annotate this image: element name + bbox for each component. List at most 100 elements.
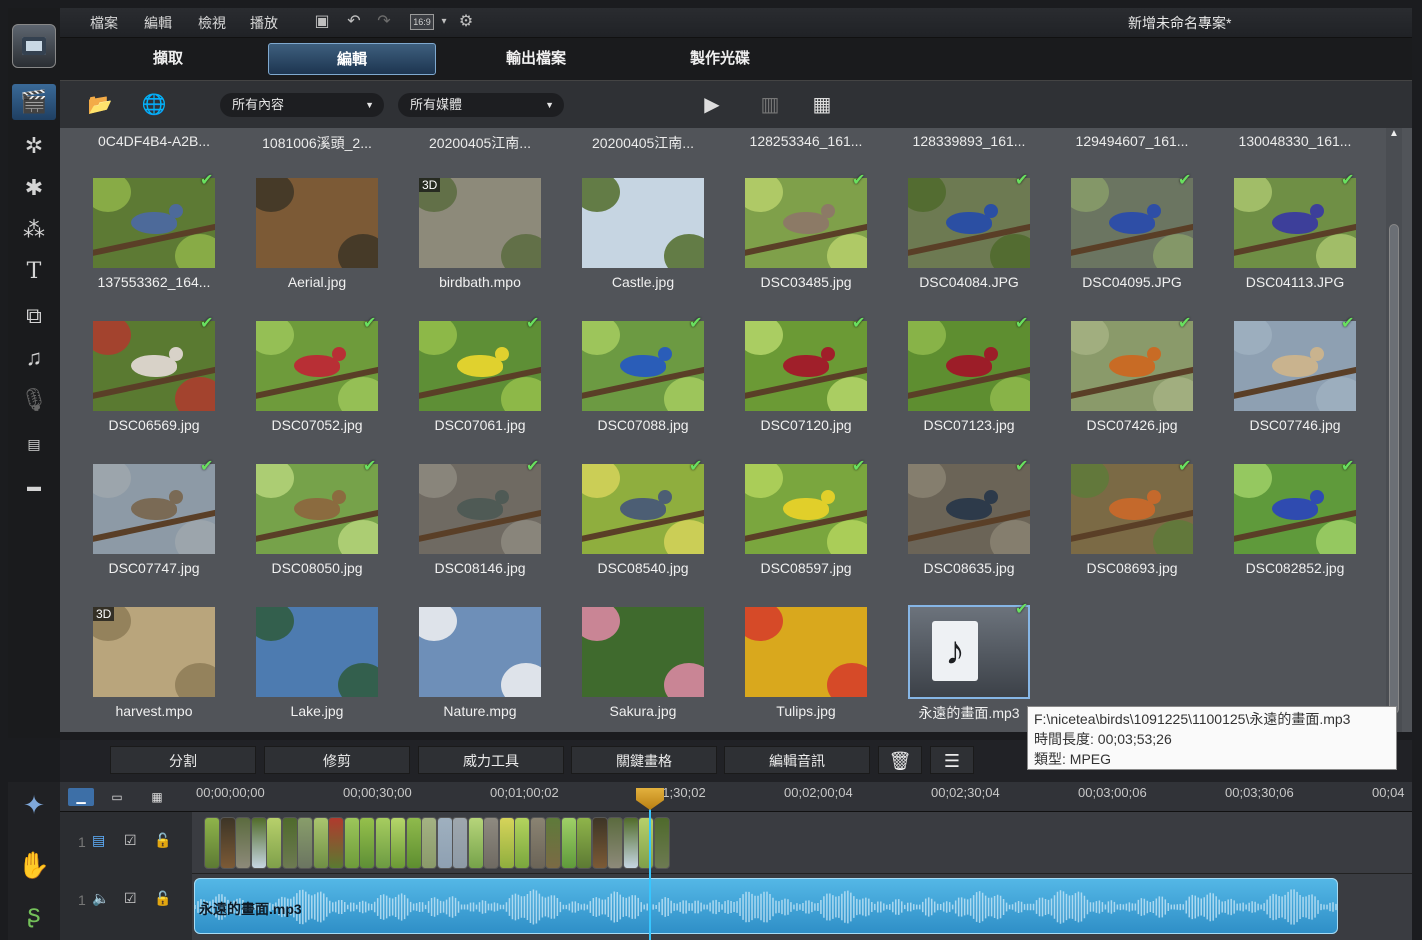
save-icon[interactable]: ▣ [312,12,332,32]
chevron-down-icon[interactable]: ▾ [434,12,454,32]
media-tile[interactable]: ✔ DSC07061.jpg [386,309,542,449]
media-tile[interactable]: ✔ 137553362_164... [60,166,216,306]
tab-create-disc[interactable]: 製作光碟 [636,43,804,75]
media-filter-dropdown[interactable]: 所有媒體 ▼ [398,93,564,117]
timeline-ruler[interactable]: ▁ ▭ ▦ 00;00;00;00 00;00;30;00 00;01;00;0… [60,782,1412,812]
audio-track-enable-checkbox[interactable]: ☑ [124,890,137,907]
media-tile[interactable]: Sakura.jpg [549,595,705,732]
video-track-enable-checkbox[interactable]: ☑ [124,832,137,849]
video-clip[interactable] [312,817,329,869]
video-track-lock-icon[interactable]: 🔓 [154,832,171,849]
media-tile[interactable]: ✔ DSC08597.jpg [712,452,868,592]
media-tile[interactable]: ✔ DSC07052.jpg [223,309,379,449]
video-clip[interactable] [266,817,282,869]
video-clip[interactable] [250,817,267,869]
gear-icon[interactable]: ⚙ [456,12,476,32]
scroll-up-icon[interactable]: ▲ [1389,128,1399,139]
add-track-icon[interactable]: ▦ [144,788,170,806]
video-clip[interactable] [514,817,530,869]
add-to-timeline-icon[interactable]: ▶ [696,91,728,119]
video-clip[interactable] [622,817,639,869]
redo-icon[interactable]: ↷ [374,12,394,32]
media-room-icon[interactable]: 🎬 [12,84,56,120]
video-clip[interactable] [560,817,577,869]
subtitle-room-icon[interactable]: ▬ [12,468,56,504]
title-room-icon[interactable]: T [12,254,56,290]
media-tile[interactable]: ✔ DSC04084.JPG [875,166,1031,306]
media-tile[interactable]: ♪ ✔ 永遠的畫面.mp3 [875,595,1031,732]
scene-detect-icon[interactable]: ▥ [754,91,786,119]
menu-play[interactable]: 播放 [250,13,278,33]
video-clip[interactable] [529,817,546,869]
media-tile[interactable]: ✔ DSC07746.jpg [1201,309,1357,449]
video-clip[interactable] [297,817,313,869]
menu-view[interactable]: 檢視 [198,13,226,33]
media-tile[interactable]: Tulips.jpg [712,595,868,732]
media-tile[interactable]: ✔ DSC08050.jpg [223,452,379,592]
media-tile[interactable]: Nature.mpg [386,595,542,732]
pip-room-icon[interactable]: ✱ [12,170,56,206]
power-tools-button[interactable]: 威力工具 [418,746,564,774]
video-clip[interactable] [343,817,360,869]
import-folder-icon[interactable]: 📂 [84,91,116,119]
storyboard-view-icon[interactable]: ▭ [104,788,130,806]
media-tile[interactable]: ✔ DSC07123.jpg [875,309,1031,449]
media-tile[interactable]: ✔ DSC08635.jpg [875,452,1031,592]
media-tile[interactable]: Lake.jpg [223,595,379,732]
particle-room-icon[interactable]: ⁂ [12,212,56,248]
split-button[interactable]: 分割 [110,746,256,774]
keyframe-button[interactable]: 關鍵畫格 [571,746,717,774]
menu-edit[interactable]: 編輯 [144,13,172,33]
video-clip[interactable] [607,817,623,869]
video-clip[interactable] [374,817,391,869]
audio-track[interactable]: 永遠的畫面.mp3 [192,874,1412,940]
media-tile[interactable]: ✔ DSC07088.jpg [549,309,705,449]
menu-file[interactable]: 檔案 [90,13,118,33]
media-tile[interactable]: 3D harvest.mpo [60,595,216,732]
video-clip[interactable] [219,817,236,869]
media-tile[interactable]: ✔ DSC03485.jpg [712,166,868,306]
magic-tools-icon[interactable]: ✦ [14,786,54,824]
audio-track-lock-icon[interactable]: 🔓 [154,890,171,907]
edit-audio-button[interactable]: 編輯音訊 [724,746,870,774]
trim-button[interactable]: 修剪 [264,746,410,774]
video-clip[interactable] [405,817,422,869]
video-clip[interactable] [591,817,608,869]
video-track[interactable] [192,812,1412,874]
media-tile[interactable]: ✔ DSC08146.jpg [386,452,542,592]
audio-mix-room-icon[interactable]: ♫ [12,340,56,376]
media-tile[interactable]: ✔ DSC04095.JPG [1038,166,1194,306]
video-clip[interactable] [281,817,298,869]
content-filter-dropdown[interactable]: 所有內容 ▼ [220,93,384,117]
video-clip[interactable] [235,817,251,869]
transition-room-icon[interactable]: ⧉ [12,298,56,334]
video-clip[interactable] [576,817,592,869]
media-tile[interactable]: ✔ DSC08693.jpg [1038,452,1194,592]
media-tile[interactable]: ✔ DSC08540.jpg [549,452,705,592]
media-tile[interactable]: ✔ DSC07120.jpg [712,309,868,449]
media-tile[interactable]: ✔ DSC07426.jpg [1038,309,1194,449]
tab-edit[interactable]: 編輯 [268,43,436,75]
video-clip[interactable] [204,817,220,869]
tab-produce[interactable]: 輸出檔案 [452,43,620,75]
library-scrollbar[interactable]: ▲ [1386,128,1402,732]
download-media-icon[interactable]: 🌐 [138,91,170,119]
undo-icon[interactable]: ↶ [344,12,364,32]
media-tile[interactable]: ✔ DSC082852.jpg [1201,452,1357,592]
media-tile[interactable]: ✔ DSC04113.JPG [1201,166,1357,306]
chapter-room-icon[interactable]: ▤ [12,426,56,462]
effects-room-icon[interactable]: ✲ [12,128,56,164]
hand-tool-icon[interactable]: ✋ [14,846,54,884]
more-options-icon[interactable]: ☰ [930,746,974,774]
video-clip[interactable] [359,817,375,869]
video-clip[interactable] [436,817,453,869]
video-clip[interactable] [467,817,484,869]
video-clip[interactable] [638,817,654,869]
video-clip[interactable] [498,817,515,869]
video-clip[interactable] [653,817,670,869]
video-clip[interactable] [545,817,561,869]
video-clip[interactable] [421,817,437,869]
audio-clip[interactable]: 永遠的畫面.mp3 [194,878,1338,934]
view-grid-icon[interactable]: ▦ [806,91,838,119]
video-clip[interactable] [390,817,406,869]
